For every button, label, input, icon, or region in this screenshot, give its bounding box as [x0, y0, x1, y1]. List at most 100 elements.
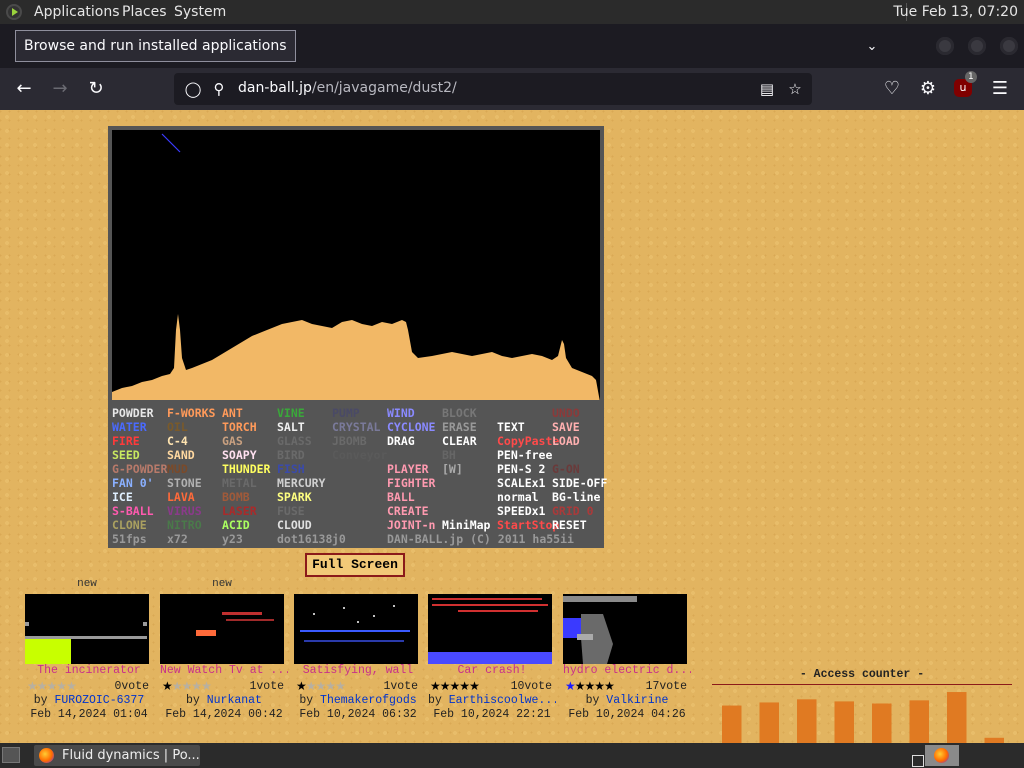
tool-fuse[interactable]: FUSE — [277, 504, 305, 518]
tool-lava[interactable]: LAVA — [167, 490, 195, 504]
tool-conveyor[interactable]: Conveyor — [332, 448, 387, 462]
tool-player[interactable]: PLAYER — [387, 462, 429, 476]
tool-joint-n[interactable]: JOINT-n — [387, 518, 435, 532]
tool-water[interactable]: WATER — [112, 420, 147, 434]
post-title[interactable]: Satisfying, wall — [294, 664, 422, 677]
reload-icon[interactable]: ↻ — [85, 78, 107, 100]
url-text[interactable]: dan-ball.jp/en/javagame/dust2/ — [238, 80, 457, 96]
full-screen-button[interactable]: Full Screen — [305, 553, 405, 577]
tool-c-4[interactable]: C-4 — [167, 434, 188, 448]
tool-reset[interactable]: RESET — [552, 518, 587, 532]
applications-menu[interactable]: Applications — [34, 4, 120, 20]
post-author[interactable]: Earthiscoolwe... — [449, 694, 556, 707]
tool-clone[interactable]: CLONE — [112, 518, 147, 532]
bookmark-star-icon[interactable]: ☆ — [786, 80, 804, 98]
post-author[interactable]: FUROZOIC-6377 — [55, 694, 145, 707]
shield-icon[interactable]: ◯ — [184, 80, 202, 98]
tool-save[interactable]: SAVE — [552, 420, 580, 434]
tool-pump[interactable]: PUMP — [332, 406, 360, 420]
post-thumbnail[interactable] — [25, 594, 149, 664]
extensions-icon[interactable]: ⚙ — [917, 78, 939, 100]
game-canvas[interactable] — [112, 130, 600, 400]
tool-fire[interactable]: FIRE — [112, 434, 140, 448]
tool-side-off[interactable]: SIDE-OFF — [552, 476, 607, 490]
tool-oil[interactable]: OIL — [167, 420, 188, 434]
forward-arrow-icon[interactable]: → — [49, 78, 71, 100]
minimize-button[interactable] — [936, 37, 954, 55]
post-thumbnail[interactable] — [428, 594, 552, 664]
tool-grid-0[interactable]: GRID 0 — [552, 504, 594, 518]
tool-copypaste[interactable]: CopyPaste — [497, 434, 559, 448]
lock-icon[interactable]: ⚲ — [210, 80, 228, 98]
address-bar[interactable]: ◯ ⚲ dan-ball.jp/en/javagame/dust2/ ▤ ☆ — [174, 73, 812, 105]
tool-acid[interactable]: ACID — [222, 518, 250, 532]
tool-nitro[interactable]: NITRO — [167, 518, 202, 532]
post-title[interactable]: Car crash! — [428, 664, 556, 677]
tool-salt[interactable]: SALT — [277, 420, 305, 434]
tool--w-[interactable]: [W] — [442, 462, 463, 476]
tool-g-powder[interactable]: G-POWDER — [112, 462, 167, 476]
maximize-button[interactable] — [968, 37, 986, 55]
tool-bh[interactable]: BH — [442, 448, 456, 462]
taskbar-window-button[interactable]: Fluid dynamics | Po... — [34, 745, 200, 766]
tool-laser[interactable]: LASER — [222, 504, 257, 518]
tool-ant[interactable]: ANT — [222, 406, 243, 420]
ublock-origin-icon[interactable]: u1 — [954, 71, 977, 97]
workspace-switcher[interactable] — [912, 755, 924, 767]
reader-view-icon[interactable]: ▤ — [758, 80, 776, 98]
tool-block[interactable]: BLOCK — [442, 406, 477, 420]
post-author[interactable]: Nurkanat — [207, 694, 262, 707]
tool-create[interactable]: CREATE — [387, 504, 429, 518]
tool-text[interactable]: TEXT — [497, 420, 525, 434]
tool-drag[interactable]: DRAG — [387, 434, 415, 448]
tool-pen-s-2[interactable]: PEN-S 2 — [497, 462, 545, 476]
post-thumbnail[interactable] — [563, 594, 687, 664]
tool-soapy[interactable]: SOAPY — [222, 448, 257, 462]
tool-pen-free[interactable]: PEN-free — [497, 448, 552, 462]
tool-powder[interactable]: POWDER — [112, 406, 154, 420]
post-title[interactable]: New Watch Tv at ... — [160, 664, 288, 677]
tool-fan-0-[interactable]: FAN 0' — [112, 476, 154, 490]
post-title[interactable]: The incinerator — [25, 664, 153, 677]
tool-startstop[interactable]: StartStop — [497, 518, 559, 532]
tool-wind[interactable]: WIND — [387, 406, 415, 420]
tool-thunder[interactable]: THUNDER — [222, 462, 270, 476]
tool-spark[interactable]: SPARK — [277, 490, 312, 504]
back-arrow-icon[interactable]: ← — [13, 78, 35, 100]
tool-s-ball[interactable]: S-BALL — [112, 504, 154, 518]
tool-stone[interactable]: STONE — [167, 476, 202, 490]
tool-undo[interactable]: UNDO — [552, 406, 580, 420]
places-menu[interactable]: Places — [122, 4, 167, 20]
tool-clear[interactable]: CLEAR — [442, 434, 477, 448]
tool-minimap[interactable]: MiniMap — [442, 518, 490, 532]
post-thumbnail[interactable] — [294, 594, 418, 664]
list-all-tabs-button[interactable]: ⌄ — [864, 39, 880, 55]
tool-ball[interactable]: BALL — [387, 490, 415, 504]
tool-g-on[interactable]: G-ON — [552, 462, 580, 476]
close-window-button[interactable] — [1000, 37, 1018, 55]
tool-vine[interactable]: VINE — [277, 406, 305, 420]
post-title[interactable]: hydro electric d... — [563, 664, 691, 677]
tool-load[interactable]: LOAD — [552, 434, 580, 448]
tool-metal[interactable]: METAL — [222, 476, 257, 490]
mate-logo-icon[interactable] — [6, 4, 22, 20]
pocket-icon[interactable]: ♡ — [881, 78, 903, 100]
tool-scalex1[interactable]: SCALEx1 — [497, 476, 545, 490]
tool-fish[interactable]: FISH — [277, 462, 305, 476]
tool-gas[interactable]: GAS — [222, 434, 243, 448]
tool-virus[interactable]: VIRUS — [167, 504, 202, 518]
tool-cyclone[interactable]: CYCLONE — [387, 420, 435, 434]
tool-torch[interactable]: TORCH — [222, 420, 257, 434]
system-menu[interactable]: System — [174, 4, 226, 20]
clock[interactable]: Tue Feb 13, 07:20 — [893, 4, 1018, 20]
tool-mercury[interactable]: MERCURY — [277, 476, 325, 490]
tool-bird[interactable]: BIRD — [277, 448, 305, 462]
tool-glass[interactable]: GLASS — [277, 434, 312, 448]
hamburger-menu-icon[interactable]: ☰ — [989, 78, 1011, 100]
post-author[interactable]: Valkirine — [606, 694, 668, 707]
tool-sand[interactable]: SAND — [167, 448, 195, 462]
tool-ice[interactable]: ICE — [112, 490, 133, 504]
tool-fighter[interactable]: FIGHTER — [387, 476, 435, 490]
post-author[interactable]: Themakerofgods — [320, 694, 417, 707]
post-thumbnail[interactable] — [160, 594, 284, 664]
